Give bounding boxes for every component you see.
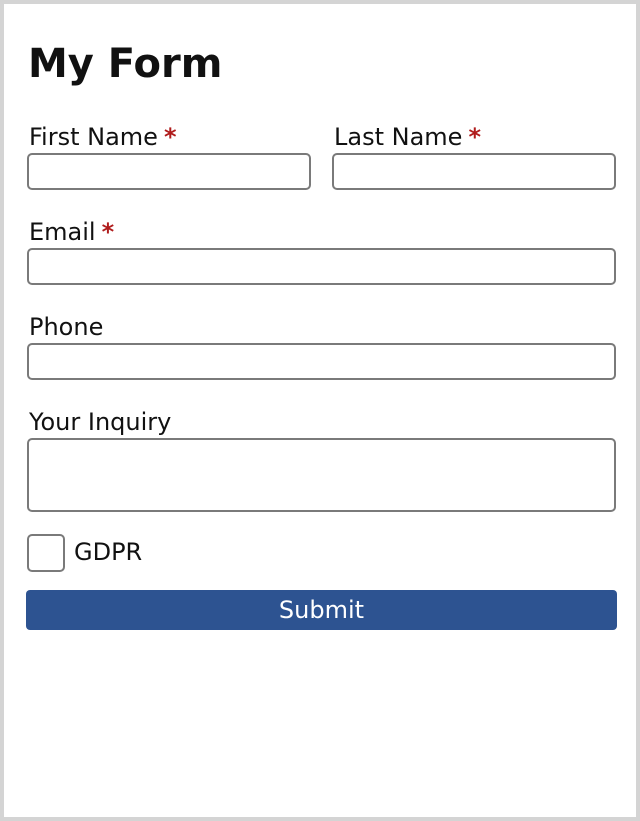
first-name-label-text: First Name <box>29 123 158 151</box>
submit-button[interactable]: Submit <box>26 590 617 630</box>
inquiry-label: Your Inquiry <box>29 408 171 436</box>
last-name-input[interactable] <box>332 153 616 190</box>
email-label: Email * <box>29 218 114 246</box>
inquiry-label-text: Your Inquiry <box>29 408 172 436</box>
gdpr-checkbox[interactable] <box>27 534 65 572</box>
form-container: My Form First Name * Last Name * Email * Ph… <box>0 0 640 821</box>
phone-input[interactable] <box>27 343 616 380</box>
last-name-label: Last Name * <box>334 123 481 151</box>
required-asterisk: * <box>163 123 177 151</box>
inquiry-textarea[interactable] <box>27 438 616 512</box>
first-name-input[interactable] <box>27 153 311 190</box>
phone-label: Phone <box>29 313 103 341</box>
last-name-label-text: Last Name <box>334 123 463 151</box>
email-input[interactable] <box>27 248 616 285</box>
gdpr-label: GDPR <box>74 538 143 566</box>
required-asterisk: * <box>101 218 115 246</box>
first-name-label: First Name * <box>29 123 177 151</box>
form-title: My Form <box>28 41 223 87</box>
email-label-text: Email <box>29 218 96 246</box>
required-asterisk: * <box>468 123 481 151</box>
phone-label-text: Phone <box>29 313 104 341</box>
